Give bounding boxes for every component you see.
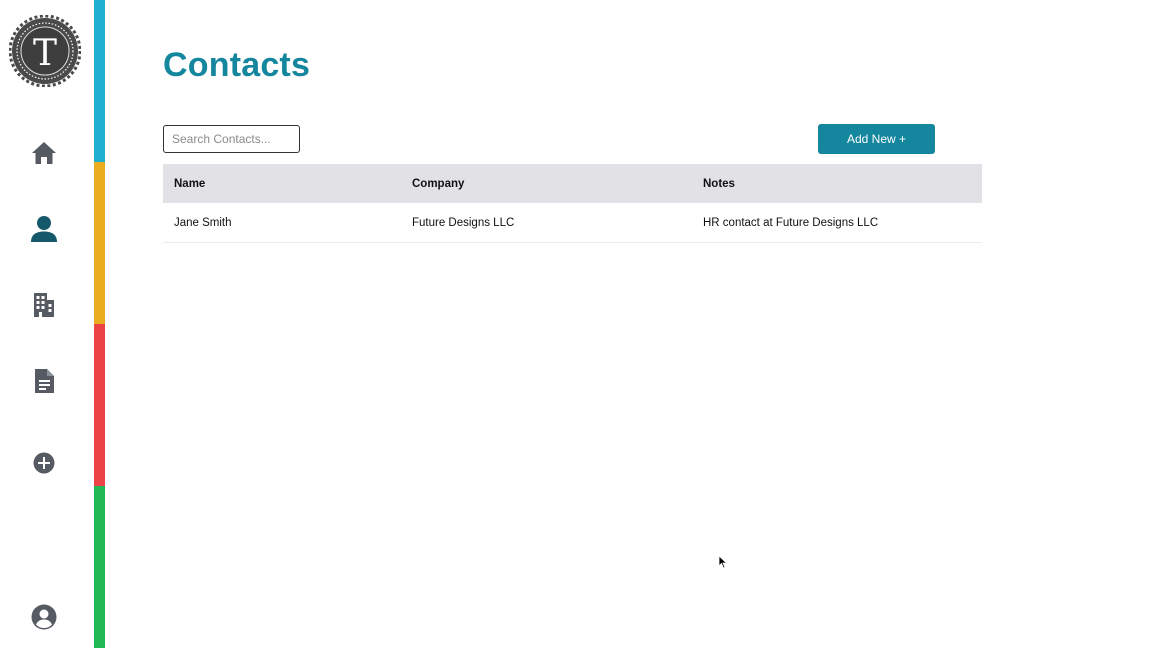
logo[interactable]: T bbox=[8, 14, 82, 88]
sidebar: T bbox=[0, 0, 94, 648]
main-content: Contacts Add New + Name Company Notes Ja… bbox=[163, 0, 983, 648]
person-icon[interactable] bbox=[30, 215, 58, 243]
column-header-name[interactable]: Name bbox=[163, 164, 401, 203]
strip-segment bbox=[94, 486, 105, 648]
search-input[interactable] bbox=[163, 125, 300, 153]
strip-segment bbox=[94, 0, 105, 162]
contact-notes-cell[interactable]: HR contact at Future Designs LLC bbox=[692, 203, 982, 243]
contacts-table: Name Company Notes Jane Smith Future Des… bbox=[163, 164, 982, 243]
add-new-button[interactable]: Add New + bbox=[818, 124, 935, 154]
strip-segment bbox=[94, 324, 105, 486]
logo-letter: T bbox=[33, 33, 57, 74]
app-window: T Contacts Search Contacts... Add New + … bbox=[0, 0, 1152, 648]
table-header-row: Name Company Notes bbox=[163, 164, 982, 203]
home-icon[interactable] bbox=[30, 139, 58, 167]
mouse-cursor-icon bbox=[718, 555, 728, 574]
column-header-company[interactable]: Company bbox=[401, 164, 692, 203]
plus-circle-icon[interactable] bbox=[30, 449, 58, 477]
building-icon[interactable] bbox=[30, 291, 58, 319]
account-circle-icon[interactable] bbox=[30, 603, 58, 631]
section-color-strip bbox=[94, 0, 105, 648]
table-row[interactable]: Jane Smith Future Designs LLC HR contact… bbox=[163, 203, 982, 243]
page-title: Contacts bbox=[163, 46, 311, 84]
contact-company-cell[interactable]: Future Designs LLC bbox=[401, 203, 692, 243]
document-icon[interactable] bbox=[30, 367, 58, 395]
contact-name-cell[interactable]: Jane Smith bbox=[163, 203, 401, 243]
column-header-notes[interactable]: Notes bbox=[692, 164, 982, 203]
strip-segment bbox=[94, 162, 105, 324]
